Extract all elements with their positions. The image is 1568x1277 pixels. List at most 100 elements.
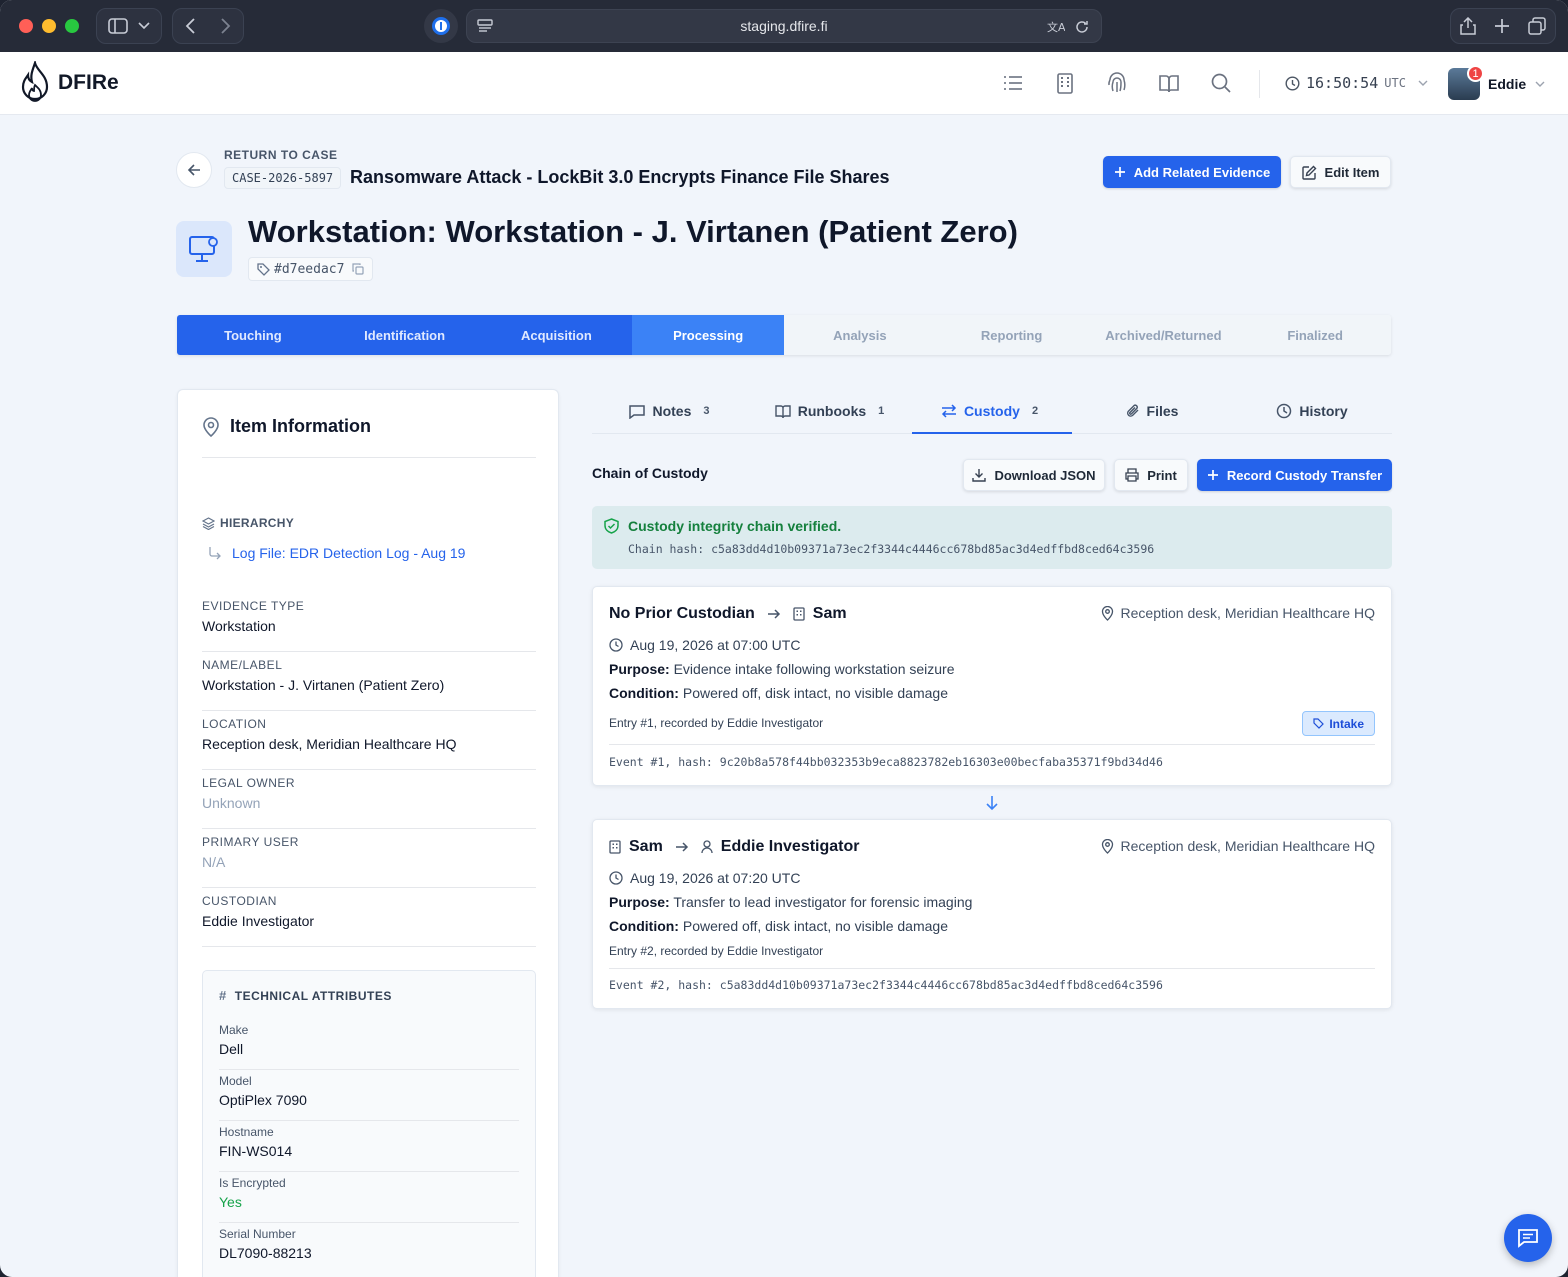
- intake-label: Intake: [1329, 716, 1364, 731]
- step-processing[interactable]: Processing: [632, 315, 784, 355]
- new-tab-icon[interactable]: [1494, 18, 1510, 34]
- tab-overview-icon[interactable]: [1528, 17, 1546, 35]
- step-archived-returned[interactable]: Archived/Returned: [1087, 315, 1240, 355]
- list-icon[interactable]: [1002, 72, 1024, 94]
- clock-icon: [1285, 75, 1300, 91]
- chevron-down-icon: [138, 22, 150, 30]
- notification-badge[interactable]: 1: [1467, 65, 1484, 82]
- back-arrow-icon[interactable]: [185, 18, 197, 34]
- item-hash: #d7eedac7: [274, 261, 345, 277]
- page-menu-icon[interactable]: [477, 19, 493, 33]
- chevron-down-icon[interactable]: [1535, 81, 1545, 87]
- field-label: EVIDENCE TYPE: [202, 599, 305, 613]
- entry-location: Reception desk, Meridian Healthcare HQ: [1101, 838, 1375, 854]
- return-to-case-link[interactable]: RETURN TO CASE: [224, 148, 337, 162]
- hierarchy-parent-link[interactable]: Log File: EDR Detection Log - Aug 19: [208, 545, 465, 561]
- from-custodian: Sam: [629, 838, 663, 855]
- user-name[interactable]: Eddie: [1488, 76, 1526, 92]
- fingerprint-icon[interactable]: [1106, 72, 1128, 94]
- reload-icon[interactable]: [1075, 20, 1089, 34]
- close-window-button[interactable]: [19, 19, 33, 33]
- field-primary-user: PRIMARY USER N/A: [202, 829, 536, 888]
- step-touching[interactable]: Touching: [177, 315, 329, 355]
- arrow-right-icon: [675, 842, 688, 852]
- print-button[interactable]: Print: [1114, 459, 1188, 491]
- tab-runbooks[interactable]: Runbooks 1: [752, 389, 912, 433]
- plus-icon: [1207, 470, 1218, 480]
- tech-value: Yes: [219, 1194, 242, 1210]
- tab-custody[interactable]: Custody 2: [912, 389, 1072, 434]
- technical-attributes-header: # TECHNICAL ATTRIBUTES: [219, 988, 392, 1003]
- tag-icon: [1313, 718, 1325, 729]
- minimize-window-button[interactable]: [42, 19, 56, 33]
- search-icon[interactable]: [1210, 72, 1232, 94]
- logo-text: DFIRe: [58, 71, 119, 94]
- hierarchy-label: HIERARCHY: [202, 516, 294, 530]
- clock-icon: [609, 871, 623, 885]
- item-hash-tag[interactable]: #d7eedac7: [248, 257, 374, 281]
- tab-notes[interactable]: Notes 3: [592, 389, 752, 433]
- field-value: Eddie Investigator: [202, 913, 315, 929]
- workstation-icon-tile: [176, 221, 232, 277]
- app-header: DFIRe 16:50:54 UTC 1 Eddie: [0, 52, 1568, 115]
- chat-support-button[interactable]: [1504, 1214, 1552, 1262]
- tab-label: Custody: [963, 403, 1020, 419]
- field-legal-owner: LEGAL OWNER Unknown: [202, 770, 536, 829]
- technical-attributes-panel: # TECHNICAL ATTRIBUTES Make Dell Model O…: [202, 970, 536, 1277]
- edit-item-button[interactable]: Edit Item: [1290, 156, 1391, 188]
- entry-event-hash: Event #2, hash: c5a83dd4d10b09371a73ec2f…: [609, 978, 1163, 992]
- entry-datetime: Aug 19, 2026 at 07:00 UTC: [609, 637, 800, 653]
- purpose-label: Purpose:: [609, 661, 670, 677]
- step-identification[interactable]: Identification: [328, 315, 481, 355]
- forward-arrow-icon[interactable]: [219, 18, 231, 34]
- entry-purpose: Purpose: Evidence intake following works…: [609, 661, 955, 677]
- tab-label: Runbooks: [797, 403, 867, 419]
- flame-logo-icon: [21, 61, 49, 102]
- tech-serial-number: Serial Number DL7090-88213: [219, 1223, 519, 1274]
- entry-location-text: Reception desk, Meridian Healthcare HQ: [1120, 605, 1375, 621]
- message-square-icon: [629, 404, 646, 419]
- tech-label: Make: [219, 1023, 249, 1037]
- entry-condition: Condition: Powered off, disk intact, no …: [609, 918, 948, 934]
- address-bar[interactable]: staging.dfire.fi 文A: [466, 9, 1102, 43]
- case-id-badge[interactable]: CASE-2026-5897: [224, 167, 342, 189]
- case-title[interactable]: Ransomware Attack - LockBit 3.0 Encrypts…: [350, 167, 890, 188]
- app-logo[interactable]: DFIRe: [18, 61, 119, 105]
- add-related-evidence-button[interactable]: Add Related Evidence: [1103, 156, 1281, 188]
- step-finalized[interactable]: Finalized: [1239, 315, 1391, 355]
- book-icon[interactable]: [1158, 72, 1180, 94]
- step-reporting[interactable]: Reporting: [935, 315, 1088, 355]
- step-acquisition[interactable]: Acquisition: [480, 315, 633, 355]
- back-button[interactable]: [176, 152, 212, 188]
- record-custody-transfer-button[interactable]: Record Custody Transfer: [1197, 459, 1392, 491]
- monitor-gear-icon: [189, 236, 218, 262]
- translate-icon[interactable]: 文A: [1047, 19, 1065, 35]
- purpose-text: Evidence intake following workstation se…: [673, 661, 955, 677]
- tech-make: Make Dell: [219, 1019, 519, 1070]
- chain-of-custody-title: Chain of Custody: [592, 465, 708, 481]
- custody-transfer-parties: No Prior Custodian Sam: [609, 605, 847, 623]
- password-manager-button[interactable]: [424, 9, 458, 43]
- entry-recorded-by: Entry #2, recorded by Eddie Investigator: [609, 944, 824, 958]
- tab-label: Files: [1146, 403, 1179, 419]
- tab-files[interactable]: Files: [1072, 389, 1232, 433]
- tech-label: Is Encrypted: [219, 1176, 286, 1190]
- copy-icon[interactable]: [352, 263, 365, 275]
- field-label: PRIMARY USER: [202, 835, 299, 849]
- from-custodian: No Prior Custodian: [609, 605, 755, 622]
- zoom-window-button[interactable]: [65, 19, 79, 33]
- building-icon[interactable]: [1054, 72, 1076, 94]
- arrow-left-icon: [187, 164, 200, 176]
- svg-text:文A: 文A: [1047, 20, 1065, 34]
- hierarchy-label-text: HIERARCHY: [220, 516, 295, 530]
- sidebar-toggle-button[interactable]: [96, 8, 162, 44]
- technical-attributes-title: TECHNICAL ATTRIBUTES: [234, 988, 392, 1003]
- step-analysis[interactable]: Analysis: [784, 315, 936, 355]
- download-json-button[interactable]: Download JSON: [963, 459, 1105, 491]
- corner-down-right-icon: [209, 547, 221, 560]
- clock-dropdown[interactable]: 16:50:54 UTC: [1285, 74, 1428, 92]
- tab-count: 3: [703, 405, 710, 417]
- to-custodian: Eddie Investigator: [720, 838, 860, 855]
- tab-history[interactable]: History: [1232, 389, 1392, 433]
- share-icon[interactable]: [1460, 17, 1476, 35]
